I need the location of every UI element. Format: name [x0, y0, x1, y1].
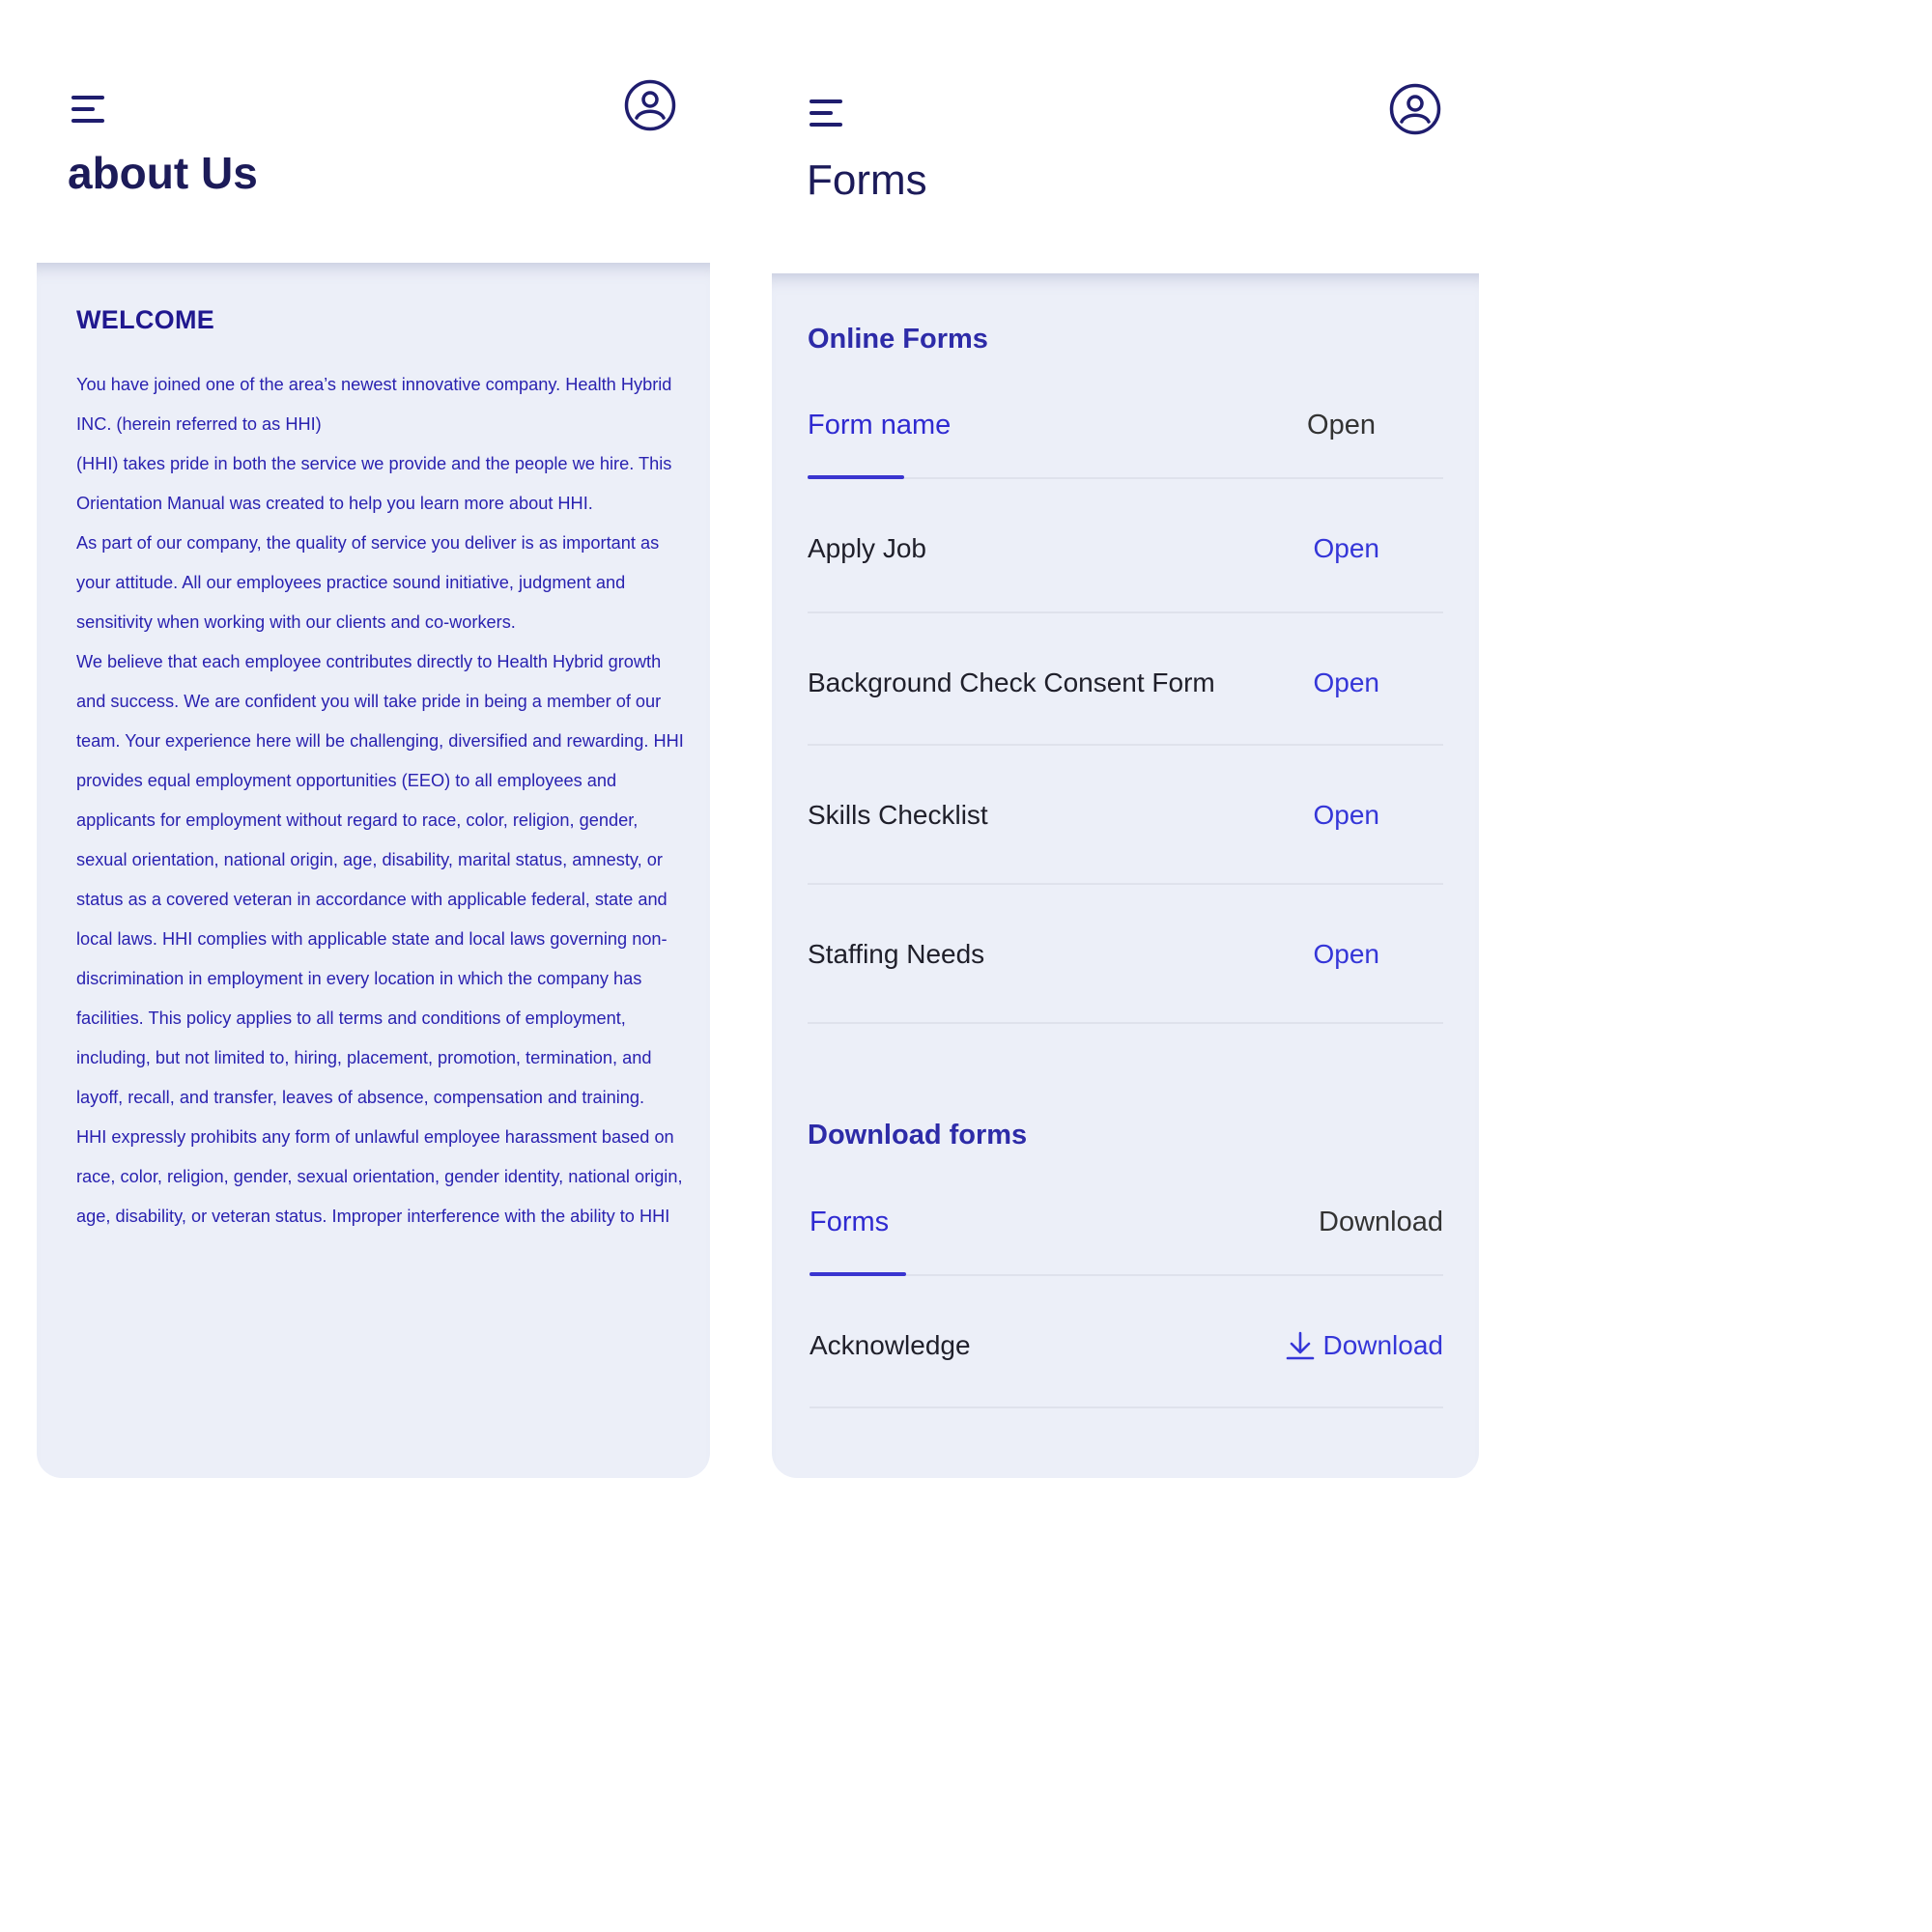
open-link[interactable]: Open: [1314, 939, 1380, 970]
hamburger-menu-icon[interactable]: [810, 99, 844, 128]
download-label: Download: [1322, 1330, 1443, 1360]
page-title: about Us: [68, 148, 258, 198]
page-title: Forms: [807, 156, 927, 204]
column-header-download: Download: [1319, 1207, 1443, 1237]
online-forms-title: Online Forms: [808, 324, 988, 355]
table-row: Acknowledge Download: [810, 1276, 1443, 1408]
form-name: Acknowledge: [810, 1330, 971, 1360]
user-circle-icon[interactable]: [1389, 83, 1441, 135]
download-forms-table: Forms Download Acknowledge Download: [810, 1181, 1443, 1408]
table-row: Background Check Consent Form Open: [808, 613, 1443, 746]
column-header-open: Open: [1307, 410, 1376, 440]
download-forms-title: Download forms: [808, 1120, 1028, 1151]
form-name: Apply Job: [808, 533, 926, 563]
welcome-card[interactable]: WELCOME You have joined one of the area’…: [37, 263, 710, 1478]
about-paragraph: HHI expressly prohibits any form of unla…: [76, 1127, 683, 1226]
column-header-form-name[interactable]: Form name: [808, 410, 951, 441]
table-row: Apply Job Open: [808, 479, 1443, 613]
about-text: You have joined one of the area’s newest…: [76, 365, 685, 1236]
form-name: Skills Checklist: [808, 800, 988, 830]
about-paragraph: You have joined one of the area’s newest…: [76, 375, 672, 434]
table-row: Staffing Needs Open: [808, 885, 1443, 1024]
download-link[interactable]: Download: [1286, 1330, 1443, 1361]
user-circle-icon[interactable]: [624, 79, 676, 131]
table-header: Form name Open: [808, 384, 1443, 479]
open-link[interactable]: Open: [1314, 533, 1380, 564]
forms-screen: Forms Online Forms Form name Open Apply …: [744, 0, 1515, 1515]
about-paragraph: We believe that each employee contribute…: [76, 652, 684, 1107]
table-header: Forms Download: [810, 1181, 1443, 1276]
form-name: Staffing Needs: [808, 939, 985, 969]
about-paragraph: (HHI) takes pride in both the service we…: [76, 454, 672, 513]
hamburger-menu-icon[interactable]: [71, 96, 106, 125]
about-us-screen: about Us WELCOME You have joined one of …: [0, 0, 744, 1515]
welcome-heading: WELCOME: [76, 305, 215, 334]
column-header-forms[interactable]: Forms: [810, 1207, 889, 1238]
about-paragraph: As part of our company, the quality of s…: [76, 533, 660, 632]
form-name: Background Check Consent Form: [808, 668, 1215, 697]
table-row: Skills Checklist Open: [808, 746, 1443, 885]
forms-card[interactable]: Online Forms Form name Open Apply Job Op…: [772, 273, 1479, 1478]
open-link[interactable]: Open: [1314, 668, 1380, 698]
open-link[interactable]: Open: [1314, 800, 1380, 831]
online-forms-table: Form name Open Apply Job Open Background…: [808, 384, 1443, 1024]
download-icon: [1287, 1331, 1315, 1360]
